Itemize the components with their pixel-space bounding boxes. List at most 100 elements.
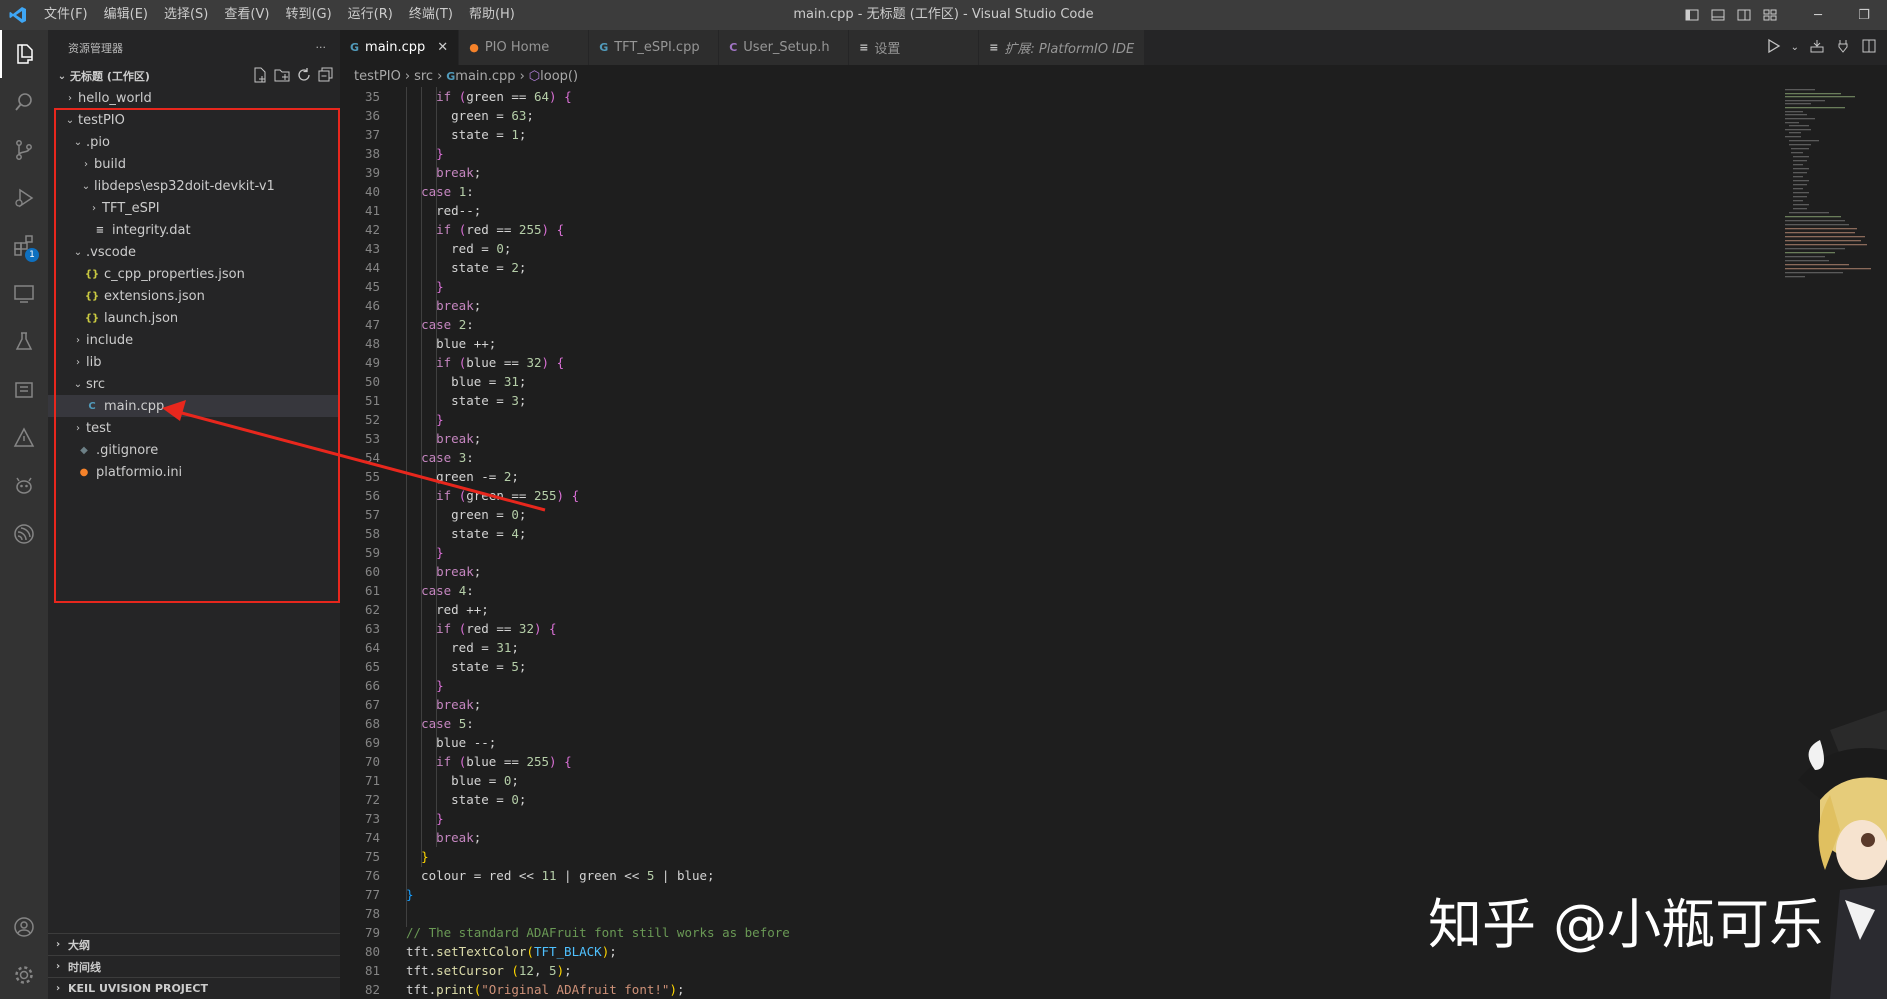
code-line[interactable]: case 3: [406, 448, 790, 467]
code-line[interactable]: case 5: [406, 714, 790, 733]
testing-icon[interactable] [0, 318, 48, 366]
tree-item[interactable]: › hello_world [48, 87, 340, 109]
sidebar-panel-header[interactable]: › KEIL UVISION PROJECT [48, 977, 340, 999]
close-icon[interactable]: ✕ [437, 40, 448, 55]
minimap[interactable] [1781, 87, 1873, 327]
customize-layout-icon[interactable] [1757, 0, 1783, 30]
code-line[interactable]: state = 1; [406, 125, 790, 144]
menu-item-7[interactable]: 帮助(H) [461, 0, 523, 30]
remote-explorer-icon[interactable] [0, 270, 48, 318]
menu-item-5[interactable]: 运行(R) [340, 0, 401, 30]
code-line[interactable]: if (green == 64) { [406, 87, 790, 106]
code-line[interactable]: green = 0; [406, 505, 790, 524]
code-line[interactable]: red = 31; [406, 638, 790, 657]
menu-item-6[interactable]: 终端(T) [401, 0, 461, 30]
code-line[interactable]: if (red == 255) { [406, 220, 790, 239]
platformio-icon[interactable] [0, 462, 48, 510]
editor-tab[interactable]: G TFT_eSPI.cpp [589, 30, 720, 65]
code-line[interactable]: state = 3; [406, 391, 790, 410]
breadcrumb-item[interactable]: testPIO [354, 69, 401, 84]
breadcrumb-item[interactable]: loop() [540, 69, 578, 84]
code-line[interactable]: if (blue == 32) { [406, 353, 790, 372]
search-icon[interactable] [0, 78, 48, 126]
editor-tab[interactable]: ≡ 扩展: PlatformIO IDE [979, 30, 1146, 65]
menu-item-4[interactable]: 转到(G) [277, 0, 339, 30]
refresh-icon[interactable] [296, 67, 312, 86]
code-line[interactable]: red--; [406, 201, 790, 220]
code-lines[interactable]: if (green == 64) { green = 63; state = 1… [406, 87, 790, 999]
code-line[interactable]: } [406, 809, 790, 828]
code-line[interactable]: red = 0; [406, 239, 790, 258]
split-editor-icon[interactable] [1861, 38, 1877, 58]
device-manager-icon[interactable] [0, 366, 48, 414]
toggle-primary-sidebar-icon[interactable] [1679, 0, 1705, 30]
minimize-icon[interactable]: ─ [1795, 0, 1841, 30]
run-icon[interactable] [1765, 38, 1781, 58]
menu-item-2[interactable]: 选择(S) [156, 0, 216, 30]
code-line[interactable]: blue --; [406, 733, 790, 752]
editor-tab[interactable]: Gmain.cpp ✕ [340, 30, 460, 65]
code-line[interactable]: case 2: [406, 315, 790, 334]
code-line[interactable]: blue = 31; [406, 372, 790, 391]
sidebar-panel-header[interactable]: › 时间线 [48, 955, 340, 977]
code-line[interactable]: break; [406, 163, 790, 182]
code-line[interactable]: break; [406, 429, 790, 448]
workspace-header[interactable]: ⌄ 无标题 (工作区) [48, 65, 340, 87]
editor-tab[interactable]: ● PIO Home [459, 30, 590, 65]
code-line[interactable]: tft.print("Original ADAfruit font!"); [406, 980, 790, 999]
code-line[interactable]: state = 4; [406, 524, 790, 543]
code-line[interactable]: colour = red << 11 | green << 5 | blue; [406, 866, 790, 885]
restore-icon[interactable]: ❐ [1841, 0, 1887, 30]
breadcrumb-item[interactable]: src [414, 69, 433, 84]
code-line[interactable]: if (red == 32) { [406, 619, 790, 638]
code-line[interactable]: state = 0; [406, 790, 790, 809]
collapse-all-icon[interactable] [318, 67, 334, 86]
source-control-icon[interactable] [0, 126, 48, 174]
new-file-icon[interactable] [252, 67, 268, 86]
code-line[interactable]: break; [406, 296, 790, 315]
accounts-icon[interactable] [0, 903, 48, 951]
extensions-icon[interactable]: 1 [0, 222, 48, 270]
code-line[interactable]: if (green == 255) { [406, 486, 790, 505]
pio-upload-icon[interactable] [1835, 38, 1851, 58]
menu-item-3[interactable]: 查看(V) [216, 0, 277, 30]
code-line[interactable]: break; [406, 828, 790, 847]
code-line[interactable]: green -= 2; [406, 467, 790, 486]
code-line[interactable]: red ++; [406, 600, 790, 619]
code-line[interactable]: } [406, 277, 790, 296]
code-line[interactable]: case 1: [406, 182, 790, 201]
code-line[interactable]: blue ++; [406, 334, 790, 353]
code-line[interactable]: } [406, 543, 790, 562]
code-line[interactable]: state = 2; [406, 258, 790, 277]
new-folder-icon[interactable] [274, 67, 290, 86]
code-line[interactable]: if (blue == 255) { [406, 752, 790, 771]
code-line[interactable]: } [406, 410, 790, 429]
code-line[interactable]: tft.setTextColor(TFT_BLACK); [406, 942, 790, 961]
chevron-down-icon[interactable]: ⌄ [1791, 42, 1799, 53]
more-actions-icon[interactable]: ··· [316, 41, 327, 54]
code-editor[interactable]: 35 36 37 38 39 40 41 42 43 44 45 46 47 48 49 50 51 52 53 54… [340, 87, 1887, 999]
explorer-icon[interactable] [0, 30, 48, 78]
breadcrumb-item[interactable]: main.cpp [455, 69, 515, 84]
sidebar-panel-header[interactable]: › 大纲 [48, 933, 340, 955]
pio-build-icon[interactable] [1809, 38, 1825, 58]
code-line[interactable]: // The standard ADAFruit font still work… [406, 923, 790, 942]
code-line[interactable]: blue = 0; [406, 771, 790, 790]
editor-tab[interactable]: C User_Setup.h [719, 30, 850, 65]
arduino-icon[interactable] [0, 414, 48, 462]
code-line[interactable] [406, 904, 790, 923]
code-line[interactable]: break; [406, 695, 790, 714]
code-line[interactable]: } [406, 885, 790, 904]
toggle-panel-icon[interactable] [1705, 0, 1731, 30]
manage-gear-icon[interactable] [0, 951, 48, 999]
toggle-secondary-sidebar-icon[interactable] [1731, 0, 1757, 30]
code-line[interactable]: } [406, 847, 790, 866]
code-line[interactable]: state = 5; [406, 657, 790, 676]
code-line[interactable]: break; [406, 562, 790, 581]
code-line[interactable]: case 4: [406, 581, 790, 600]
menu-item-1[interactable]: 编辑(E) [96, 0, 156, 30]
editor-tab[interactable]: ≡ 设置 [849, 30, 980, 65]
code-line[interactable]: tft.setCursor (12, 5); [406, 961, 790, 980]
run-debug-icon[interactable] [0, 174, 48, 222]
code-line[interactable]: green = 63; [406, 106, 790, 125]
